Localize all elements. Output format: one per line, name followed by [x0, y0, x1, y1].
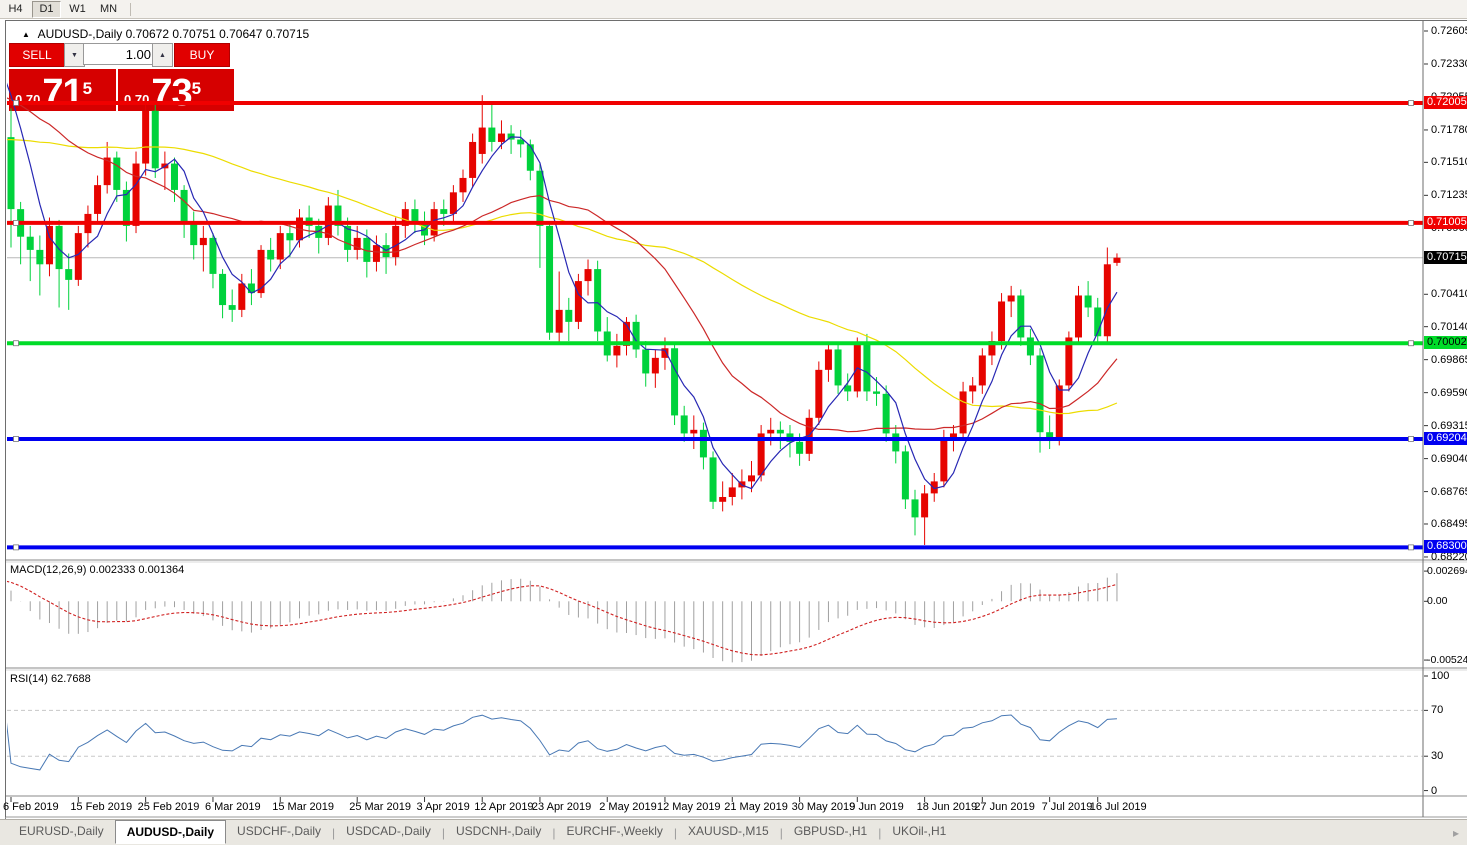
chart-title: ▲ AUDUSD-,Daily 0.70672 0.70751 0.70647 …	[22, 27, 309, 41]
volume-decrease-button[interactable]: ▼	[64, 43, 85, 67]
chart-tab-audusd-daily[interactable]: AUDUSD-,Daily	[115, 820, 226, 844]
chart-tab-eurchf-weekly[interactable]: EURCHF-,Weekly	[555, 820, 673, 841]
price-axis-tick: 0.68765	[1431, 486, 1467, 498]
chart-tab-usdcad-daily[interactable]: USDCAD-,Daily	[335, 820, 442, 841]
time-axis-date-label: 15 Mar 2019	[272, 801, 334, 813]
buy-price-box[interactable]: 0.70 73 5	[118, 69, 234, 111]
time-axis-date-label: 18 Jun 2019	[917, 801, 978, 813]
price-level-label: 0.68300	[1424, 540, 1467, 553]
buy-price-pip-digit: 5	[192, 84, 201, 94]
time-axis-date-label: 15 Feb 2019	[70, 801, 132, 813]
collapse-triangle-icon[interactable]: ▲	[22, 30, 30, 39]
tab-scroll-right-icon[interactable]: ▸	[1453, 826, 1459, 840]
chart-tab-gbpusd-h1[interactable]: GBPUSD-,H1	[783, 820, 878, 841]
price-axis-tick: 0.72330	[1431, 58, 1467, 70]
rsi-axis-tick: 30	[1431, 750, 1443, 762]
trading-terminal: H4D1W1MN ▲ AUDUSD-,Daily 0.70672 0.70751…	[0, 0, 1467, 845]
price-axis-tick: 0.69315	[1431, 420, 1467, 432]
sell-price-big-digits: 71	[42, 78, 82, 108]
time-axis-date-label: 23 Apr 2019	[532, 801, 591, 813]
time-axis-date-label: 27 Jun 2019	[974, 801, 1035, 813]
chart-low-value: 0.70647	[219, 27, 262, 41]
time-axis-date-label: 9 Jun 2019	[849, 801, 903, 813]
volume-increase-button[interactable]: ▲	[152, 43, 173, 67]
time-axis-date-label: 12 May 2019	[657, 801, 721, 813]
time-axis-date-label: 21 May 2019	[724, 801, 788, 813]
chart-open-value: 0.70672	[126, 27, 169, 41]
price-axis-tick: 0.70410	[1431, 288, 1467, 300]
sell-button[interactable]: SELL	[9, 43, 65, 67]
one-click-trade-panel: SELL ▼ ▲ BUY 0.70 71 5 0.70 73 5	[9, 43, 228, 108]
price-level-label: 0.72005	[1424, 96, 1467, 109]
time-axis-date-label: 30 May 2019	[792, 801, 856, 813]
price-level-label: 0.69204	[1424, 432, 1467, 445]
sell-price-prefix: 0.70	[15, 91, 40, 108]
price-axis-tick: 0.71235	[1431, 189, 1467, 201]
time-axis-date-label: 6 Feb 2019	[3, 801, 59, 813]
timeframe-button-d1[interactable]: D1	[32, 1, 61, 18]
timeframe-button-h4[interactable]: H4	[1, 1, 30, 18]
buy-button[interactable]: BUY	[174, 43, 230, 67]
chart-tab-bar: EURUSD-,DailyAUDUSD-,DailyUSDCHF-,Daily|…	[0, 819, 1467, 845]
time-axis-date-label: 16 Jul 2019	[1090, 801, 1147, 813]
chart-tab-ukoil-h1[interactable]: UKOil-,H1	[881, 820, 957, 841]
price-level-label: 0.70002	[1424, 336, 1467, 349]
macd-axis-tick: -0.005242	[1427, 654, 1467, 666]
buy-price-prefix: 0.70	[124, 91, 149, 108]
price-level-label: 0.71005	[1424, 216, 1467, 229]
rsi-axis-tick: 70	[1431, 704, 1443, 716]
timeframe-button-mn[interactable]: MN	[94, 1, 123, 18]
time-axis-date-label: 6 Mar 2019	[205, 801, 261, 813]
chart-tab-usdcnh-daily[interactable]: USDCNH-,Daily	[445, 820, 552, 841]
time-axis-date-label: 2 May 2019	[599, 801, 656, 813]
price-axis-tick: 0.68495	[1431, 518, 1467, 530]
rsi-axis-tick: 100	[1431, 670, 1449, 682]
timeframe-toolbar: H4D1W1MN	[0, 0, 1467, 19]
price-axis-tick: 0.69590	[1431, 387, 1467, 399]
chart-close-value: 0.70715	[266, 27, 309, 41]
chart-tab-eurusd-daily[interactable]: EURUSD-,Daily	[8, 820, 115, 841]
sell-price-box[interactable]: 0.70 71 5	[9, 69, 116, 111]
rsi-indicator-label: RSI(14) 62.7688	[10, 673, 91, 685]
time-axis-date-label: 12 Apr 2019	[474, 801, 533, 813]
chart-tab-usdchf-daily[interactable]: USDCHF-,Daily	[226, 820, 332, 841]
volume-input[interactable]	[83, 43, 156, 65]
toolbar-separator	[130, 3, 131, 16]
rsi-axis-tick: 0	[1431, 785, 1437, 797]
macd-axis-tick: 0.002694	[1427, 565, 1467, 577]
chart-symbol-label: AUDUSD-,Daily	[38, 27, 123, 41]
price-axis-tick: 0.72605	[1431, 25, 1467, 37]
time-axis-date-label: 7 Jul 2019	[1042, 801, 1093, 813]
price-axis-tick: 0.69865	[1431, 354, 1467, 366]
price-axis-tick: 0.70140	[1431, 321, 1467, 333]
price-axis-tick: 0.71780	[1431, 124, 1467, 136]
macd-axis-tick: 0.00	[1427, 595, 1447, 607]
macd-indicator-label: MACD(12,26,9) 0.002333 0.001364	[10, 564, 184, 576]
chart-high-value: 0.70751	[172, 27, 215, 41]
price-axis-tick: 0.71510	[1431, 156, 1467, 168]
time-axis-date-label: 25 Feb 2019	[138, 801, 200, 813]
price-axis-tick: 0.69040	[1431, 453, 1467, 465]
trade-controls-row: SELL ▼ ▲ BUY	[9, 43, 228, 67]
chart-tab-xauusd-m15[interactable]: XAUUSD-,M15	[677, 820, 780, 841]
current-price-label: 0.70715	[1424, 251, 1467, 264]
buy-price-big-digits: 73	[151, 78, 191, 108]
timeframe-button-w1[interactable]: W1	[63, 1, 92, 18]
chart-window: ▲ AUDUSD-,Daily 0.70672 0.70751 0.70647 …	[5, 20, 1467, 819]
time-axis-date-label: 25 Mar 2019	[349, 801, 411, 813]
time-axis-date-label: 3 Apr 2019	[417, 801, 470, 813]
sell-price-pip-digit: 5	[83, 84, 92, 94]
